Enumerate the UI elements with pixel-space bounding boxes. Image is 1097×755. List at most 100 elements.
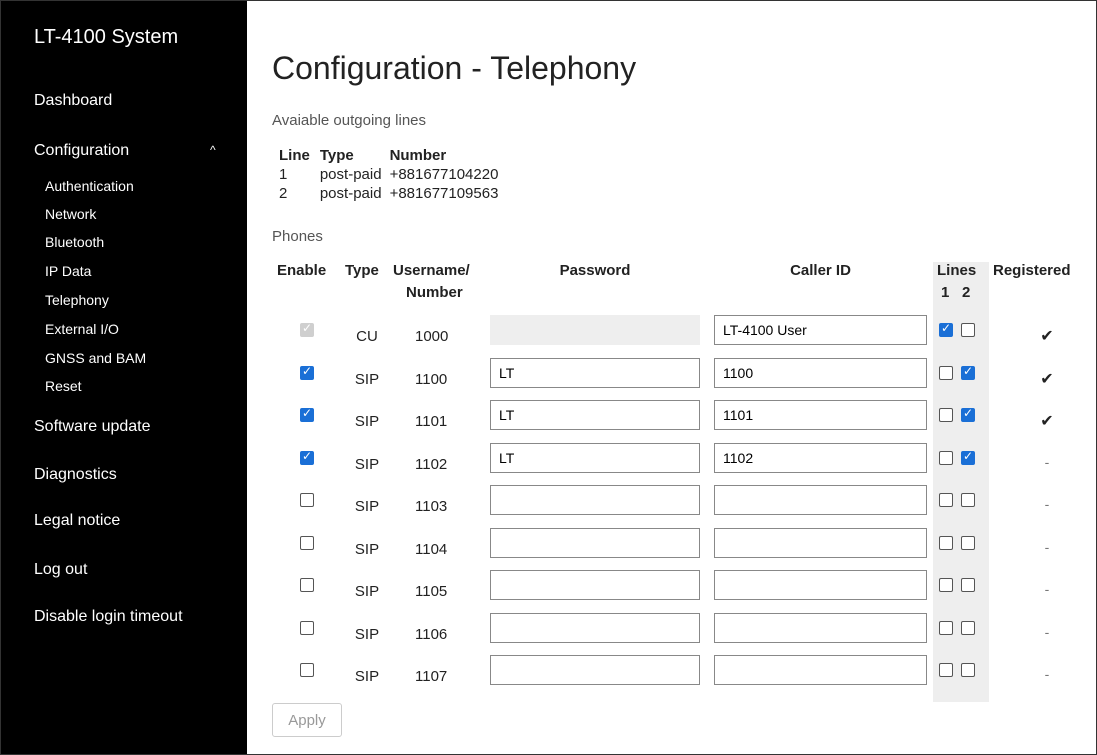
nav-bluetooth[interactable]: Bluetooth: [45, 234, 104, 250]
line-2-checkbox[interactable]: [961, 535, 975, 550]
password-field[interactable]: [490, 442, 700, 473]
line-1-checkbox[interactable]: [939, 408, 953, 422]
registered-status: -: [1044, 496, 1050, 512]
phone-number: 1103: [415, 498, 448, 515]
header-registered: Registered: [993, 262, 1071, 279]
registered-status: -: [1044, 453, 1050, 470]
phone-type: SIP: [354, 413, 380, 430]
sidebar: LT-4100 System Dashboard Configuration ^…: [0, 0, 247, 755]
nav-telephony[interactable]: Telephony: [45, 292, 109, 308]
enable-checkbox[interactable]: [300, 449, 314, 465]
line-2-checkbox[interactable]: [961, 620, 975, 635]
phone-type: CU: [356, 328, 378, 345]
enable-checkbox[interactable]: [300, 663, 314, 677]
checkmark-icon: ✔: [1040, 370, 1054, 388]
password-field[interactable]: [490, 612, 700, 643]
registered-status: -: [1044, 666, 1050, 682]
phone-row: SIP 1106 -: [247, 612, 1097, 657]
password-field[interactable]: [490, 400, 700, 430]
line-2-checkbox[interactable]: [961, 449, 975, 465]
table-row: 1 post-paid +881677104220: [279, 165, 506, 184]
caller-id-field[interactable]: [714, 527, 927, 558]
caller-id-field[interactable]: [714, 315, 927, 345]
caller-id-field[interactable]: [714, 485, 927, 515]
header-caller-id: Caller ID: [790, 262, 851, 279]
line-1-checkbox[interactable]: [939, 321, 953, 337]
line-2-checkbox[interactable]: [961, 406, 975, 422]
caller-id-field[interactable]: [714, 400, 927, 430]
line-1-checkbox[interactable]: [939, 578, 953, 592]
enable-checkbox[interactable]: [300, 364, 314, 380]
enable-checkbox[interactable]: [300, 578, 314, 592]
header-type: Type: [345, 262, 379, 279]
phone-row: SIP 1101 ✔: [247, 400, 1097, 444]
enable-checkbox[interactable]: [300, 406, 314, 422]
line-2-checkbox[interactable]: [961, 364, 975, 380]
password-field[interactable]: [490, 527, 700, 558]
header-username: Username/: [393, 262, 470, 279]
nav-diagnostics[interactable]: Diagnostics: [34, 466, 117, 484]
nav-ip-data[interactable]: IP Data: [45, 263, 91, 279]
phone-number: 1100: [415, 370, 448, 388]
line-1-checkbox[interactable]: [939, 450, 953, 465]
phone-row: SIP 1104 -: [247, 527, 1097, 572]
line-2-checkbox[interactable]: [961, 323, 975, 337]
nav-network[interactable]: Network: [45, 206, 96, 222]
nav-gnss-bam[interactable]: GNSS and BAM: [45, 350, 146, 366]
line-1-checkbox[interactable]: [939, 535, 953, 550]
enable-checkbox[interactable]: [300, 620, 314, 635]
nav-disable-login-timeout[interactable]: Disable login timeout: [34, 608, 183, 626]
nav-legal-notice[interactable]: Legal notice: [34, 512, 120, 530]
phone-type: SIP: [354, 625, 380, 643]
phone-type: SIP: [354, 370, 380, 388]
page-title: Configuration - Telephony: [272, 50, 637, 86]
line-2-checkbox[interactable]: [961, 578, 975, 592]
outgoing-lines-label: Avaiable outgoing lines: [272, 112, 427, 129]
line-1-checkbox[interactable]: [939, 493, 953, 507]
line-2-checkbox[interactable]: [961, 663, 975, 677]
password-field[interactable]: [490, 485, 700, 515]
password-field[interactable]: [490, 357, 700, 388]
phone-row: SIP 1103 -: [247, 485, 1097, 529]
caller-id-field[interactable]: [714, 612, 927, 643]
nav-configuration[interactable]: Configuration: [34, 142, 129, 160]
cell-number: +881677104220: [389, 166, 499, 183]
line-1-checkbox[interactable]: [939, 663, 953, 677]
phone-number: 1105: [415, 583, 448, 600]
password-field[interactable]: [490, 655, 700, 685]
caller-id-field[interactable]: [714, 442, 927, 473]
nav-software-update[interactable]: Software update: [34, 418, 151, 436]
col-type: Type: [319, 146, 354, 164]
phone-number: 1106: [415, 625, 448, 643]
main-content: Configuration - Telephony Avaiable outgo…: [247, 0, 1097, 755]
nav-authentication[interactable]: Authentication: [45, 178, 134, 194]
checkmark-icon: ✔: [1040, 413, 1054, 430]
phone-number: 1104: [415, 540, 448, 558]
cell-type: post-paid: [319, 166, 382, 183]
enable-checkbox[interactable]: [300, 535, 314, 550]
password-field[interactable]: [490, 570, 700, 600]
caller-id-field[interactable]: [714, 357, 927, 388]
registered-status: -: [1044, 623, 1050, 640]
cell-number: +881677109563: [389, 185, 499, 202]
header-lines: Lines: [937, 262, 977, 279]
nav-log-out[interactable]: Log out: [34, 561, 87, 579]
enable-checkbox[interactable]: [300, 493, 314, 507]
phone-type: SIP: [354, 455, 380, 473]
password-field: [490, 315, 700, 345]
apply-button[interactable]: Apply: [272, 703, 342, 737]
registered-status: -: [1044, 581, 1050, 597]
nav-dashboard[interactable]: Dashboard: [34, 92, 112, 110]
line-2-checkbox[interactable]: [961, 493, 975, 507]
nav-external-io[interactable]: External I/O: [45, 321, 119, 337]
nav-reset[interactable]: Reset: [45, 378, 82, 394]
caller-id-field[interactable]: [714, 570, 927, 600]
phone-row: CU 1000 ✔: [247, 315, 1097, 359]
header-line-2: 2: [962, 284, 971, 301]
line-1-checkbox[interactable]: [939, 365, 953, 380]
cell-line: 1: [279, 166, 288, 183]
enable-checkbox: [300, 321, 314, 337]
caller-id-field[interactable]: [714, 655, 927, 685]
chevron-up-icon[interactable]: ^: [210, 143, 216, 157]
line-1-checkbox[interactable]: [939, 620, 953, 635]
